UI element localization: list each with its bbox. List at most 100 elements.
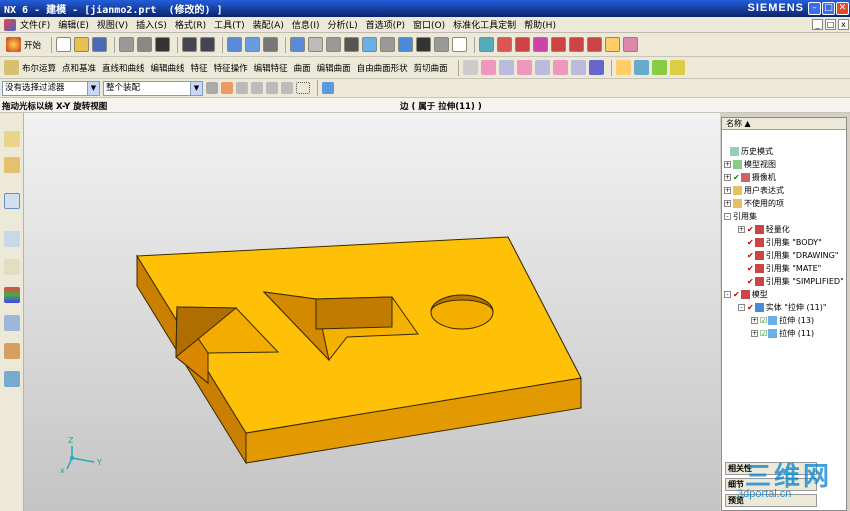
menu-assembly[interactable]: 装配(A) — [253, 18, 284, 31]
tree-node[interactable]: 历史模式 — [730, 145, 773, 158]
doc-restore-button[interactable]: □ — [825, 19, 836, 30]
open-icon[interactable] — [74, 37, 90, 52]
check-icon[interactable]: ✔ — [747, 277, 754, 286]
web-browser-icon[interactable] — [4, 193, 20, 209]
part-model[interactable]: Z Y x — [24, 113, 720, 511]
hole-icon[interactable] — [587, 37, 603, 52]
tree-node[interactable]: - ✔ 实体 "拉伸 (11)" — [738, 301, 827, 314]
datum-icon[interactable] — [515, 37, 531, 52]
tree-node[interactable]: + 不使用的项 — [724, 197, 784, 210]
tree-node[interactable]: - ✔ 模型 — [724, 288, 768, 301]
collapse-icon[interactable]: - — [724, 291, 731, 298]
expand-icon[interactable]: + — [738, 226, 745, 233]
edit-surface-menu[interactable]: 编辑曲面 — [317, 62, 351, 74]
boolean-menu[interactable]: 布尔运算 — [22, 62, 56, 74]
selection-scope-select[interactable]: 整个装配 ▼ — [103, 80, 203, 96]
tree-node[interactable]: - 引用集 — [724, 210, 757, 223]
snap-icon[interactable] — [281, 82, 293, 94]
check-icon[interactable]: ✔ — [747, 264, 754, 273]
section-icon[interactable] — [623, 37, 639, 52]
start-icon[interactable] — [6, 37, 21, 52]
wcs-icon[interactable] — [452, 37, 468, 52]
render-style-icon[interactable] — [416, 37, 432, 52]
feature-operation-menu[interactable]: 特征操作 — [214, 62, 248, 74]
feature-menu[interactable]: 特征 — [191, 62, 208, 74]
surface-menu[interactable]: 曲面 — [294, 62, 311, 74]
expand-icon[interactable]: + — [724, 200, 731, 207]
filter-icon[interactable] — [206, 82, 218, 94]
check-icon[interactable]: ✔ — [733, 290, 740, 299]
snap-icon[interactable] — [251, 82, 263, 94]
select-icon[interactable] — [245, 37, 261, 52]
menu-format[interactable]: 格式(R) — [175, 18, 206, 31]
details-panel-tab[interactable]: 细节 — [725, 478, 817, 491]
layer-icon[interactable] — [479, 37, 495, 52]
chevron-down-icon[interactable]: ▼ — [87, 81, 99, 95]
trim-surface-menu[interactable]: 剪切曲面 — [414, 62, 448, 74]
surface-tool-icon[interactable] — [480, 60, 496, 75]
feature-icon[interactable] — [605, 37, 621, 52]
check-icon[interactable]: ✔ — [747, 225, 754, 234]
chamfer-icon[interactable] — [569, 37, 585, 52]
snap-icon[interactable] — [266, 82, 278, 94]
zoom-window-icon[interactable] — [308, 37, 324, 52]
pan-icon[interactable] — [362, 37, 378, 52]
new-icon[interactable] — [56, 37, 72, 52]
surface-tool-icon[interactable] — [615, 60, 631, 75]
expand-icon[interactable]: + — [724, 161, 731, 168]
check-icon[interactable]: ✔ — [747, 303, 754, 312]
menu-analysis[interactable]: 分析(L) — [328, 18, 358, 31]
surface-tool-icon[interactable] — [588, 60, 604, 75]
shaded-icon[interactable] — [398, 37, 414, 52]
minimize-button[interactable]: – — [808, 2, 821, 15]
tree-node[interactable]: + 用户表达式 — [724, 184, 784, 197]
menu-help[interactable]: 帮助(H) — [524, 18, 556, 31]
process-studio-icon[interactable] — [4, 315, 20, 331]
surface-tool-icon[interactable] — [633, 60, 649, 75]
tree-node[interactable]: ✔ 引用集 "BODY" — [747, 236, 822, 249]
edit-curve-menu[interactable]: 编辑曲线 — [151, 62, 185, 74]
history-icon[interactable] — [4, 231, 20, 247]
system-scene-icon[interactable] — [4, 371, 20, 387]
collapse-icon[interactable]: - — [738, 304, 745, 311]
save-icon[interactable] — [92, 37, 108, 52]
collapse-icon[interactable]: - — [724, 213, 731, 220]
snap-icon[interactable] — [236, 82, 248, 94]
rotate-icon[interactable] — [344, 37, 360, 52]
visualization-icon[interactable] — [4, 287, 20, 303]
sketch-icon[interactable] — [497, 37, 513, 52]
tree-node[interactable]: ✔ 引用集 "SIMPLIFIED" — [747, 275, 844, 288]
selection-box-icon[interactable] — [296, 82, 310, 94]
expand-icon[interactable]: + — [724, 174, 731, 181]
menu-preferences[interactable]: 首选项(P) — [366, 18, 405, 31]
copy-icon[interactable] — [119, 37, 135, 52]
assembly-navigator-icon[interactable] — [4, 131, 20, 147]
redo-icon[interactable] — [200, 37, 216, 52]
surface-tool-icon[interactable] — [462, 60, 478, 75]
tree-node[interactable]: + 模型视图 — [724, 158, 776, 171]
tree-node[interactable]: + ☑ 拉伸 (13) — [751, 314, 814, 327]
close-button[interactable]: ✕ — [836, 2, 849, 15]
check-icon[interactable]: ☑ — [760, 329, 767, 338]
surface-tool-icon[interactable] — [516, 60, 532, 75]
check-icon[interactable]: ✔ — [747, 251, 754, 260]
tree-node[interactable]: + ✔ 摄像机 — [724, 171, 776, 184]
surface-tool-icon[interactable] — [669, 60, 685, 75]
freeform-shape-menu[interactable]: 自由曲面形状 — [357, 62, 408, 74]
surface-tool-icon[interactable] — [498, 60, 514, 75]
point-datum-menu[interactable]: 点和基准 — [62, 62, 96, 74]
tree-node[interactable]: ✔ 引用集 "MATE" — [747, 262, 821, 275]
part-navigator-icon[interactable] — [4, 157, 20, 173]
tree-node[interactable]: + ✔ 轻量化 — [738, 223, 790, 236]
edge-blend-icon[interactable] — [551, 37, 567, 52]
fit-icon[interactable] — [290, 37, 306, 52]
chevron-down-icon[interactable]: ▼ — [190, 81, 202, 95]
roles-icon[interactable] — [4, 343, 20, 359]
snap-point-icon[interactable] — [221, 82, 233, 94]
measure-icon[interactable] — [227, 37, 243, 52]
expand-icon[interactable]: + — [751, 330, 758, 337]
paste-icon[interactable] — [137, 37, 153, 52]
menu-view[interactable]: 视图(V) — [97, 18, 128, 31]
check-icon[interactable]: ☑ — [760, 316, 767, 325]
surface-tool-icon[interactable] — [651, 60, 667, 75]
